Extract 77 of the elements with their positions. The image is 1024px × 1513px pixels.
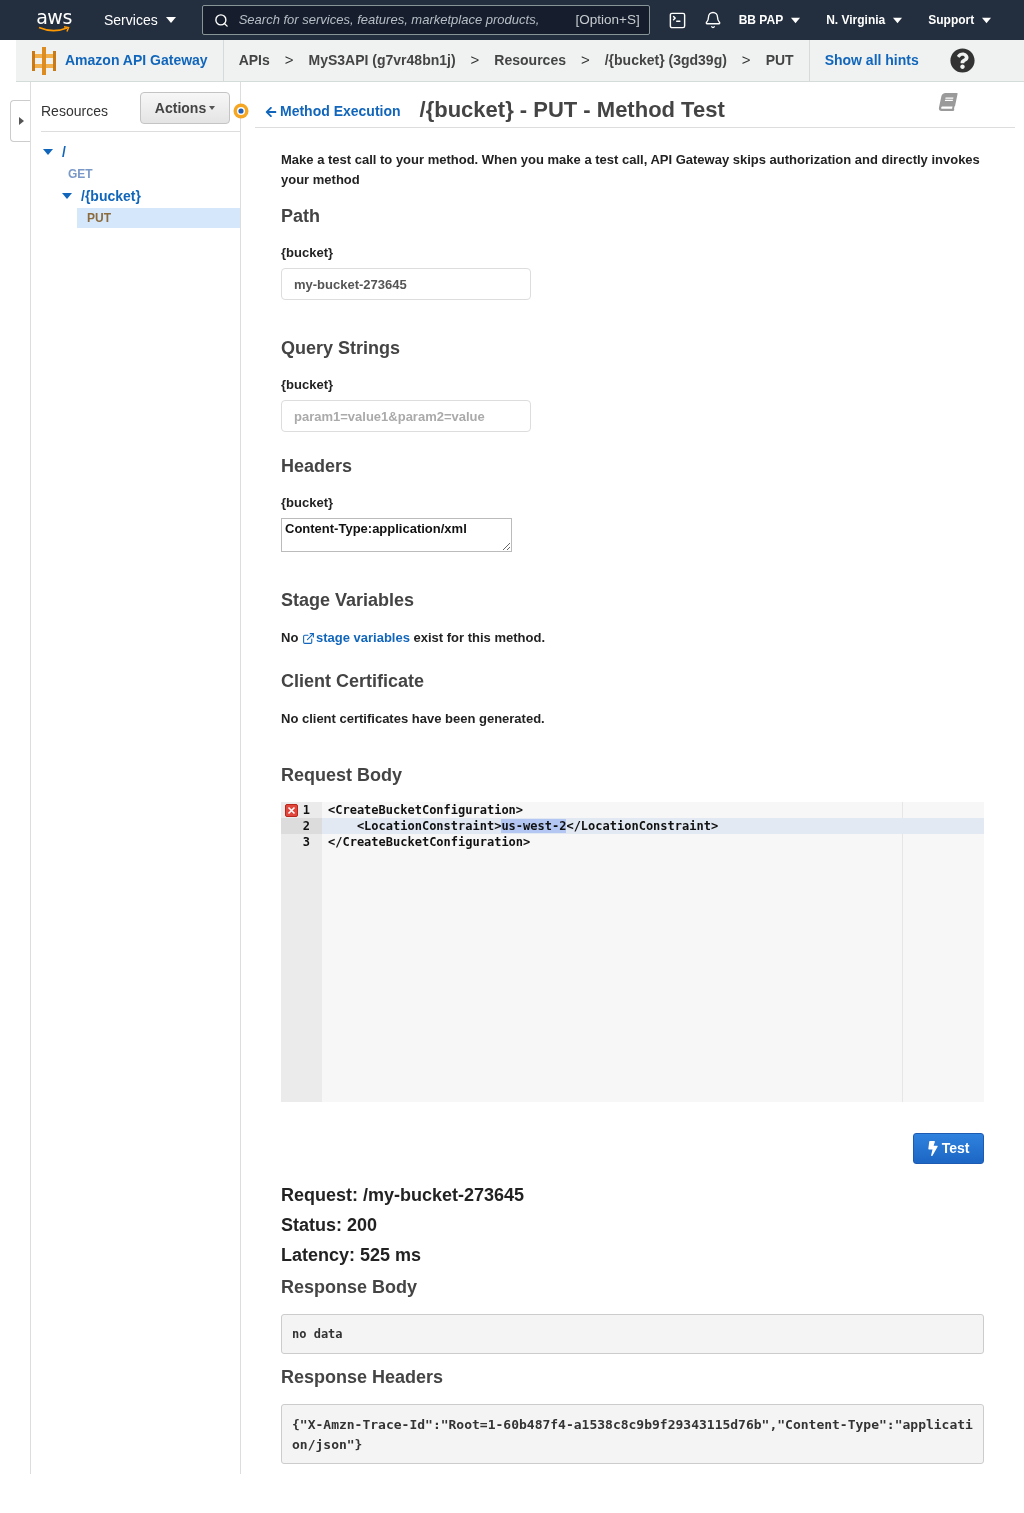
search-input[interactable]: Search for services, features, marketplace products,	[238, 10, 576, 30]
line-number: 1	[302, 802, 310, 818]
nav-menu[interactable]: BB PAP	[738, 11, 801, 29]
page-title: /{bucket} - PUT - Method Test	[419, 96, 725, 124]
selected-text: us-west-2	[501, 819, 567, 833]
breadcrumb-link[interactable]: APIs	[238, 50, 270, 71]
caret-down-icon[interactable]	[791, 16, 801, 24]
resource-link[interactable]: /{bucket}	[81, 187, 141, 205]
line-number: 2	[302, 818, 310, 834]
section-heading: Response Body	[281, 1276, 419, 1299]
caret-down-icon[interactable]	[62, 193, 72, 199]
result-text: Status: 200	[281, 1214, 379, 1237]
book-icon[interactable]	[937, 93, 959, 111]
caret-down-icon	[209, 106, 216, 110]
terminal-icon[interactable]	[667, 10, 687, 30]
actions-button[interactable]: Actions	[140, 92, 230, 124]
query-string-input[interactable]: param1=value1&param2=value	[281, 400, 531, 432]
breadcrumb-link[interactable]: Resources	[494, 50, 566, 71]
code-line: </CreateBucketConfiguration>	[327, 834, 532, 850]
code-line: <CreateBucketConfiguration>	[327, 802, 525, 818]
field-label: {bucket}	[281, 244, 335, 262]
test-button[interactable]: Test	[913, 1133, 984, 1164]
arrow-left-icon	[265, 105, 277, 118]
resize-handle-icon[interactable]	[233, 103, 249, 119]
service-home-link[interactable]: Amazon API Gateway	[65, 50, 208, 71]
search-icon	[213, 12, 229, 28]
code-editor[interactable]: 1 2 3 <CreateBucketConfiguration> <LocationConstraint>us-west-2</LocationConstraint> </CreateBucketConfiguration>	[281, 802, 984, 1102]
sidebar-title: Resources	[41, 101, 108, 121]
caret-down-icon[interactable]	[165, 16, 176, 24]
section-heading: Headers	[281, 455, 354, 478]
path-input[interactable]: my-bucket-273645	[281, 268, 531, 300]
help-icon[interactable]	[949, 48, 975, 73]
services-menu[interactable]: Services	[104, 9, 176, 31]
service-logo-icon[interactable]	[32, 46, 56, 75]
stage-variables-note: No stage variables exist for this method.	[281, 629, 546, 647]
client-certificate-note: No client certificates have been generated.	[281, 710, 546, 728]
notifications-bell-icon[interactable]	[703, 11, 722, 29]
field-label: {bucket}	[281, 376, 335, 394]
breadcrumb-separator: >	[284, 50, 294, 71]
method-item[interactable]: PUT	[77, 208, 240, 228]
result-text: Latency: 525 ms	[281, 1244, 423, 1267]
stage-variables-link[interactable]: stage variables	[301, 629, 410, 647]
smile-arrow-icon	[38, 25, 70, 33]
caret-down-icon[interactable]	[43, 149, 53, 155]
response-headers: {"X-Amzn-Trace-Id":"Root=1-60b487f4-a1538c8c9b9f29343115d76b","Content-Type":"application/json"}	[281, 1404, 984, 1464]
section-heading: Path	[281, 205, 321, 228]
headers-textarea[interactable]: Content-Type:application/xml	[281, 518, 512, 552]
sidebar-toggle[interactable]	[10, 100, 31, 142]
breadcrumb-separator: >	[470, 50, 480, 71]
resource-link[interactable]: /	[62, 143, 66, 161]
breadcrumb-separator: >	[741, 50, 751, 71]
nav-menu[interactable]: Support	[928, 11, 992, 29]
breadcrumb-link[interactable]: PUT	[765, 50, 794, 71]
caret-down-icon[interactable]	[893, 16, 903, 24]
external-link-icon	[301, 631, 315, 645]
breadcrumb-separator: >	[580, 50, 590, 71]
line-number: 3	[302, 834, 310, 850]
result-text: Request: /my-bucket-273645	[281, 1184, 526, 1207]
lightning-icon	[927, 1141, 938, 1156]
caret-down-icon[interactable]	[982, 16, 992, 24]
section-heading: Query Strings	[281, 337, 402, 360]
breadcrumb-link[interactable]: MyS3API (g7vr48bn1j)	[308, 50, 456, 71]
section-heading: Client Certificate	[281, 670, 426, 693]
logo-wordmark[interactable]: aws	[36, 7, 72, 26]
breadcrumb-link[interactable]: /{bucket} (3gd39g)	[604, 50, 727, 71]
field-label: {bucket}	[281, 494, 335, 512]
nav-menu[interactable]: N. Virginia	[826, 11, 903, 29]
response-body: no data	[281, 1314, 984, 1354]
intro-text: Make a test call to your method. When you make a test call, API Gateway skips authorization and directly invokes your method	[281, 151, 981, 189]
search-field[interactable]: Search for services, features, marketplace products, [Option+S]	[201, 5, 650, 35]
section-heading: Request Body	[281, 764, 404, 787]
keyboard-shortcut-hint: [Option+S]	[575, 10, 640, 29]
section-heading: Stage Variables	[281, 589, 416, 612]
caret-right-icon	[18, 117, 24, 125]
method-execution-link[interactable]: Method Execution	[265, 101, 401, 122]
section-heading: Response Headers	[281, 1366, 445, 1389]
show-hints-link[interactable]: Show all hints	[824, 50, 919, 71]
